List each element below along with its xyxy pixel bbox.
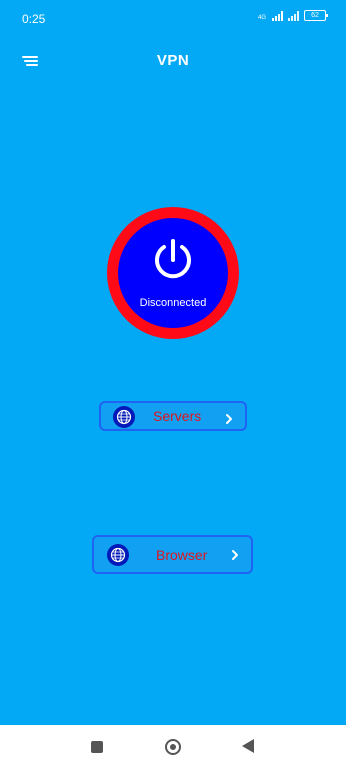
chevron-right-icon xyxy=(232,550,238,560)
browser-button[interactable]: Browser xyxy=(92,535,253,574)
home-icon[interactable] xyxy=(165,739,181,755)
connect-button[interactable]: Disconnected xyxy=(107,207,239,339)
app-bar: VPN xyxy=(0,44,346,74)
servers-label: Servers xyxy=(153,408,202,424)
battery-icon: 62 xyxy=(304,10,328,21)
system-nav-bar xyxy=(0,725,346,768)
recents-icon[interactable] xyxy=(91,741,103,753)
back-icon[interactable] xyxy=(242,739,254,753)
power-icon xyxy=(155,239,191,279)
signal-icon-2 xyxy=(288,11,299,21)
status-time: 0:25 xyxy=(22,12,46,26)
browser-label: Browser xyxy=(156,547,208,563)
chevron-right-icon xyxy=(226,414,232,424)
globe-icon xyxy=(107,544,129,566)
servers-button[interactable]: Servers xyxy=(99,401,247,431)
signal-icon xyxy=(272,11,283,21)
status-icons: 4G 62 xyxy=(257,10,328,21)
app-title: VPN xyxy=(156,52,190,69)
network-type: 4G xyxy=(257,15,266,21)
connection-status: Disconnected xyxy=(139,297,207,309)
status-bar: 0:25 4G 62 xyxy=(0,0,346,36)
globe-icon xyxy=(113,406,135,428)
power-button-inner: Disconnected xyxy=(118,218,228,328)
